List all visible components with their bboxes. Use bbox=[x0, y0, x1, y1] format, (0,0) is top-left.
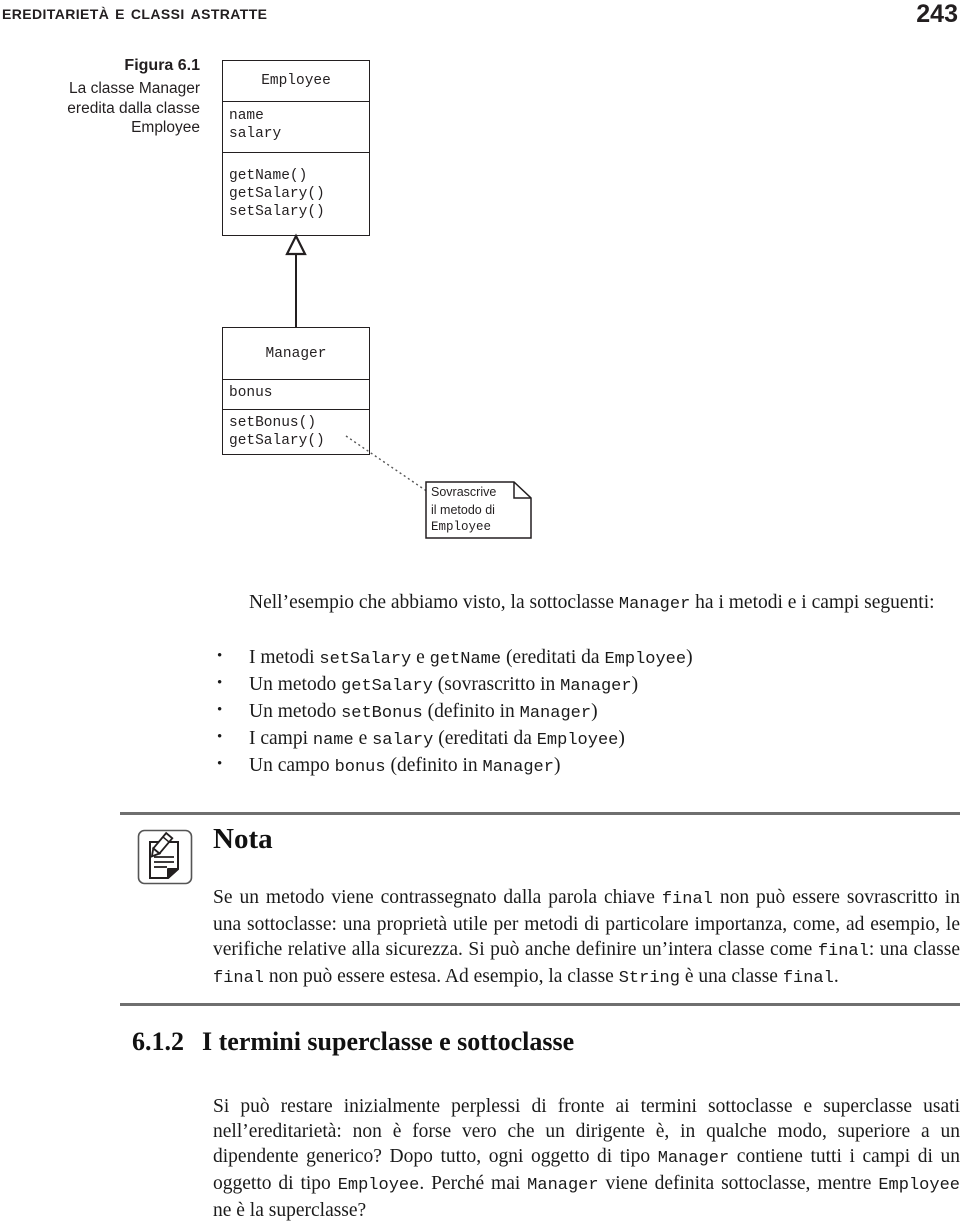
bullet-text: e bbox=[411, 647, 430, 668]
bullet-text: ) bbox=[553, 755, 561, 776]
bullet-code: setSalary bbox=[319, 650, 412, 669]
section-text: viene definita sottoclasse, mentre bbox=[598, 1172, 879, 1194]
nota-bottom-rule bbox=[120, 1003, 960, 1006]
bullet-text: Un campo bbox=[249, 755, 335, 776]
section-title: I termini superclasse e sottoclasse bbox=[202, 1027, 575, 1056]
nota-title: Nota bbox=[213, 823, 273, 855]
bullet-text: Un metodo bbox=[249, 701, 342, 722]
uml-class-name-employee: Employee bbox=[223, 61, 369, 102]
uml-methods-employee: getName() getSalary() setSalary() bbox=[229, 168, 325, 220]
nota-text: non può essere estesa. Ad esempio, la cl… bbox=[264, 965, 619, 987]
nota-text: è una classe bbox=[679, 965, 783, 987]
bullet-code: Employee bbox=[604, 650, 687, 669]
bullet-code: getName bbox=[429, 650, 502, 669]
figure-6-1: Figura 6.1 La classe Manager eredita dal… bbox=[0, 46, 960, 566]
list-item: Un metodo getSalary (sovrascritto in Man… bbox=[213, 671, 953, 699]
intro-text-1: Nell’esempio che abbiamo visto, la sotto… bbox=[249, 591, 619, 613]
uml-class-box-employee: Employee name salary getName() getSalary… bbox=[222, 60, 370, 236]
uml-note-callout: Sovrascrive il metodo di Employee bbox=[425, 481, 532, 539]
nota-code: final bbox=[661, 889, 713, 909]
section-number: 6.1.2 bbox=[132, 1027, 184, 1056]
intro-code-manager: Manager bbox=[618, 594, 691, 614]
section-6-1-2: 6.1.2 I termini superclasse e sottoclasse… bbox=[132, 1026, 960, 1221]
figure-caption-line-3: Employee bbox=[131, 119, 200, 136]
note-pencil-icon bbox=[137, 829, 193, 885]
bullet-text: Un metodo bbox=[249, 674, 342, 695]
section-code: Employee bbox=[337, 1175, 420, 1195]
nota-code: String bbox=[618, 968, 680, 988]
uml-note-text: Sovrascrive il metodo di Employee bbox=[431, 484, 531, 537]
bullet-code: Manager bbox=[560, 677, 632, 696]
intro-text-2: ha i metodi e i campi seguenti: bbox=[690, 591, 935, 613]
bullet-text: (definito in bbox=[385, 755, 483, 776]
bullet-code: salary bbox=[372, 731, 434, 750]
bullet-code: setBonus bbox=[341, 704, 423, 723]
bullet-text: e bbox=[353, 728, 373, 749]
nota-body: Se un metodo viene contrassegnato dalla … bbox=[213, 885, 960, 991]
uml-note-line-3: Employee bbox=[431, 520, 492, 534]
figure-caption-line-2: eredita dalla classe bbox=[67, 99, 200, 117]
list-item: Un campo bonus (definito in Manager) bbox=[213, 752, 953, 780]
nota-code: final bbox=[817, 941, 869, 961]
bullet-code: Manager bbox=[482, 758, 554, 777]
bullet-text: (ereditati da bbox=[433, 728, 537, 749]
nota-text: : una classe bbox=[868, 938, 960, 960]
nota-code: final bbox=[782, 968, 834, 988]
nota-inner: Nota Se un metodo viene contrassegnato d… bbox=[120, 815, 960, 1003]
section-body-paragraph: Si può restare inizialmente perplessi di… bbox=[213, 1094, 960, 1223]
nota-callout-section: Nota Se un metodo viene contrassegnato d… bbox=[120, 812, 960, 1006]
bullet-code: name bbox=[312, 731, 354, 750]
bullet-text: ) bbox=[591, 701, 598, 722]
running-head: Ereditarietà e classi astratte 243 bbox=[0, 0, 960, 34]
figure-caption-number: Figura 6.1 bbox=[124, 57, 200, 74]
bullet-text: (definito in bbox=[422, 701, 520, 722]
bullet-code: bonus bbox=[334, 758, 386, 777]
bullet-text: (sovrascritto in bbox=[432, 674, 561, 695]
nota-text: . bbox=[833, 965, 839, 987]
section-code: Manager bbox=[527, 1175, 599, 1195]
list-item: I campi name e salary (ereditati da Empl… bbox=[213, 725, 953, 753]
uml-class-name-manager: Manager bbox=[223, 328, 369, 380]
bullet-text: ) bbox=[618, 728, 625, 749]
uml-note-line-2: il metodo di bbox=[431, 502, 495, 517]
page-number: 243 bbox=[916, 0, 958, 28]
section-heading: 6.1.2 I termini superclasse e sottoclasse bbox=[132, 1026, 960, 1058]
running-head-title: Ereditarietà e classi astratte bbox=[2, 2, 268, 24]
uml-note-line-1: Sovrascrive bbox=[431, 485, 497, 499]
bullet-code: Employee bbox=[536, 731, 619, 750]
nota-code: final bbox=[213, 968, 265, 988]
figure-caption: Figura 6.1 La classe Manager eredita dal… bbox=[20, 56, 200, 138]
bullet-text: (ereditati da bbox=[501, 647, 605, 668]
uml-fields-manager: bonus bbox=[223, 380, 369, 410]
figure-caption-line-1: La classe Manager bbox=[69, 80, 200, 97]
section-text: ne è la superclasse? bbox=[213, 1199, 367, 1221]
bullet-text: I campi bbox=[249, 728, 313, 749]
section-text: . Perché mai bbox=[419, 1172, 528, 1194]
bullet-code: Manager bbox=[519, 704, 592, 723]
uml-fields-employee: name salary bbox=[223, 102, 369, 153]
nota-text: Se un metodo viene contrassegnato dalla … bbox=[213, 886, 662, 908]
bullet-text: I metodi bbox=[249, 647, 320, 668]
intro-paragraph: Nell’esempio che abbiamo visto, la sotto… bbox=[213, 590, 960, 617]
list-item: I metodi setSalary e getName (ereditati … bbox=[213, 644, 953, 672]
bullet-code: getSalary bbox=[341, 677, 433, 696]
feature-bullet-list: I metodi setSalary e getName (ereditati … bbox=[213, 644, 953, 780]
bullet-text: ) bbox=[631, 674, 639, 695]
inheritance-arrow-icon bbox=[285, 233, 307, 328]
section-code: Employee bbox=[878, 1175, 960, 1195]
section-code: Manager bbox=[657, 1148, 730, 1168]
list-item: Un metodo setBonus (definito in Manager) bbox=[213, 698, 953, 726]
bullet-text: ) bbox=[686, 647, 693, 668]
